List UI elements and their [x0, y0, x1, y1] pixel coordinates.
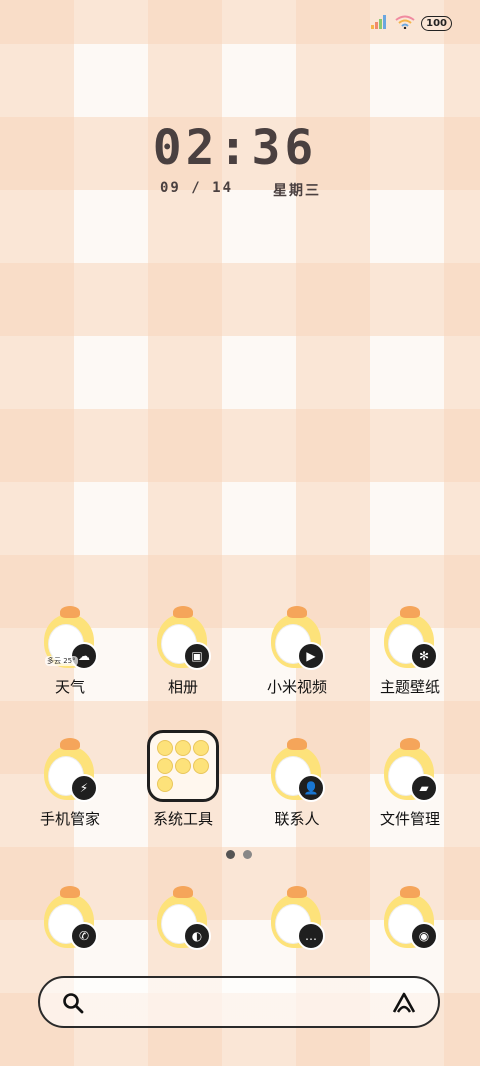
app-label: 相册: [167, 678, 198, 696]
app-label: 文件管理: [379, 810, 440, 828]
video-icon: ▶: [267, 604, 327, 670]
app-label: 主题壁纸: [379, 678, 440, 696]
app-video[interactable]: ▶ 小米视频: [242, 604, 352, 697]
dock-messages[interactable]: …: [242, 884, 352, 950]
page-dot[interactable]: [243, 850, 252, 859]
security-icon: ⚡: [40, 736, 100, 802]
app-contacts[interactable]: 👤 联系人: [242, 736, 352, 829]
weather-icon: ☁ 多云 25°: [40, 604, 100, 670]
wifi-icon: [395, 14, 415, 33]
dock-camera[interactable]: ◉: [355, 884, 465, 950]
browser-icon: ◐: [153, 884, 213, 950]
clock-weekday: 星期三: [273, 183, 322, 199]
app-label: 手机管家: [39, 810, 100, 828]
clock-date: 09 / 14: [160, 180, 234, 196]
folder-system-tools[interactable]: 系统工具: [128, 730, 238, 829]
app-weather[interactable]: ☁ 多云 25° 天气: [15, 604, 125, 697]
date-row: 09 / 14 星期三: [160, 180, 321, 200]
app-themes[interactable]: ✻ 主题壁纸: [355, 604, 465, 697]
assistant-icon[interactable]: [392, 992, 416, 1018]
page-dot-active[interactable]: [226, 850, 235, 859]
clock-widget[interactable]: 02:36: [0, 120, 470, 176]
dock-phone[interactable]: ✆: [15, 884, 125, 950]
clock-time: 02:36: [152, 120, 318, 176]
folder-icon: [147, 730, 219, 802]
theme-icon: ✻: [380, 604, 440, 670]
dock-browser[interactable]: ◐: [128, 884, 238, 950]
app-gallery[interactable]: ▣ 相册: [128, 604, 238, 697]
battery-indicator: 100: [421, 16, 452, 31]
page-indicator: [226, 850, 252, 859]
app-files[interactable]: ▰ 文件管理: [355, 736, 465, 829]
gallery-icon: ▣: [153, 604, 213, 670]
files-icon: ▰: [380, 736, 440, 802]
app-label: 小米视频: [266, 678, 327, 696]
app-label: 联系人: [274, 810, 320, 828]
messages-icon: …: [267, 884, 327, 950]
folder-label: 系统工具: [152, 810, 213, 828]
contacts-icon: 👤: [267, 736, 327, 802]
weather-mini-text: 多云 25°: [45, 656, 78, 666]
status-bar: 100: [371, 14, 452, 33]
app-label: 天气: [54, 678, 85, 696]
app-security[interactable]: ⚡ 手机管家: [15, 736, 125, 829]
camera-icon: ◉: [380, 884, 440, 950]
phone-icon: ✆: [40, 884, 100, 950]
signal-icon: [371, 14, 389, 33]
search-icon[interactable]: [62, 992, 84, 1018]
search-bar[interactable]: [38, 976, 440, 1028]
